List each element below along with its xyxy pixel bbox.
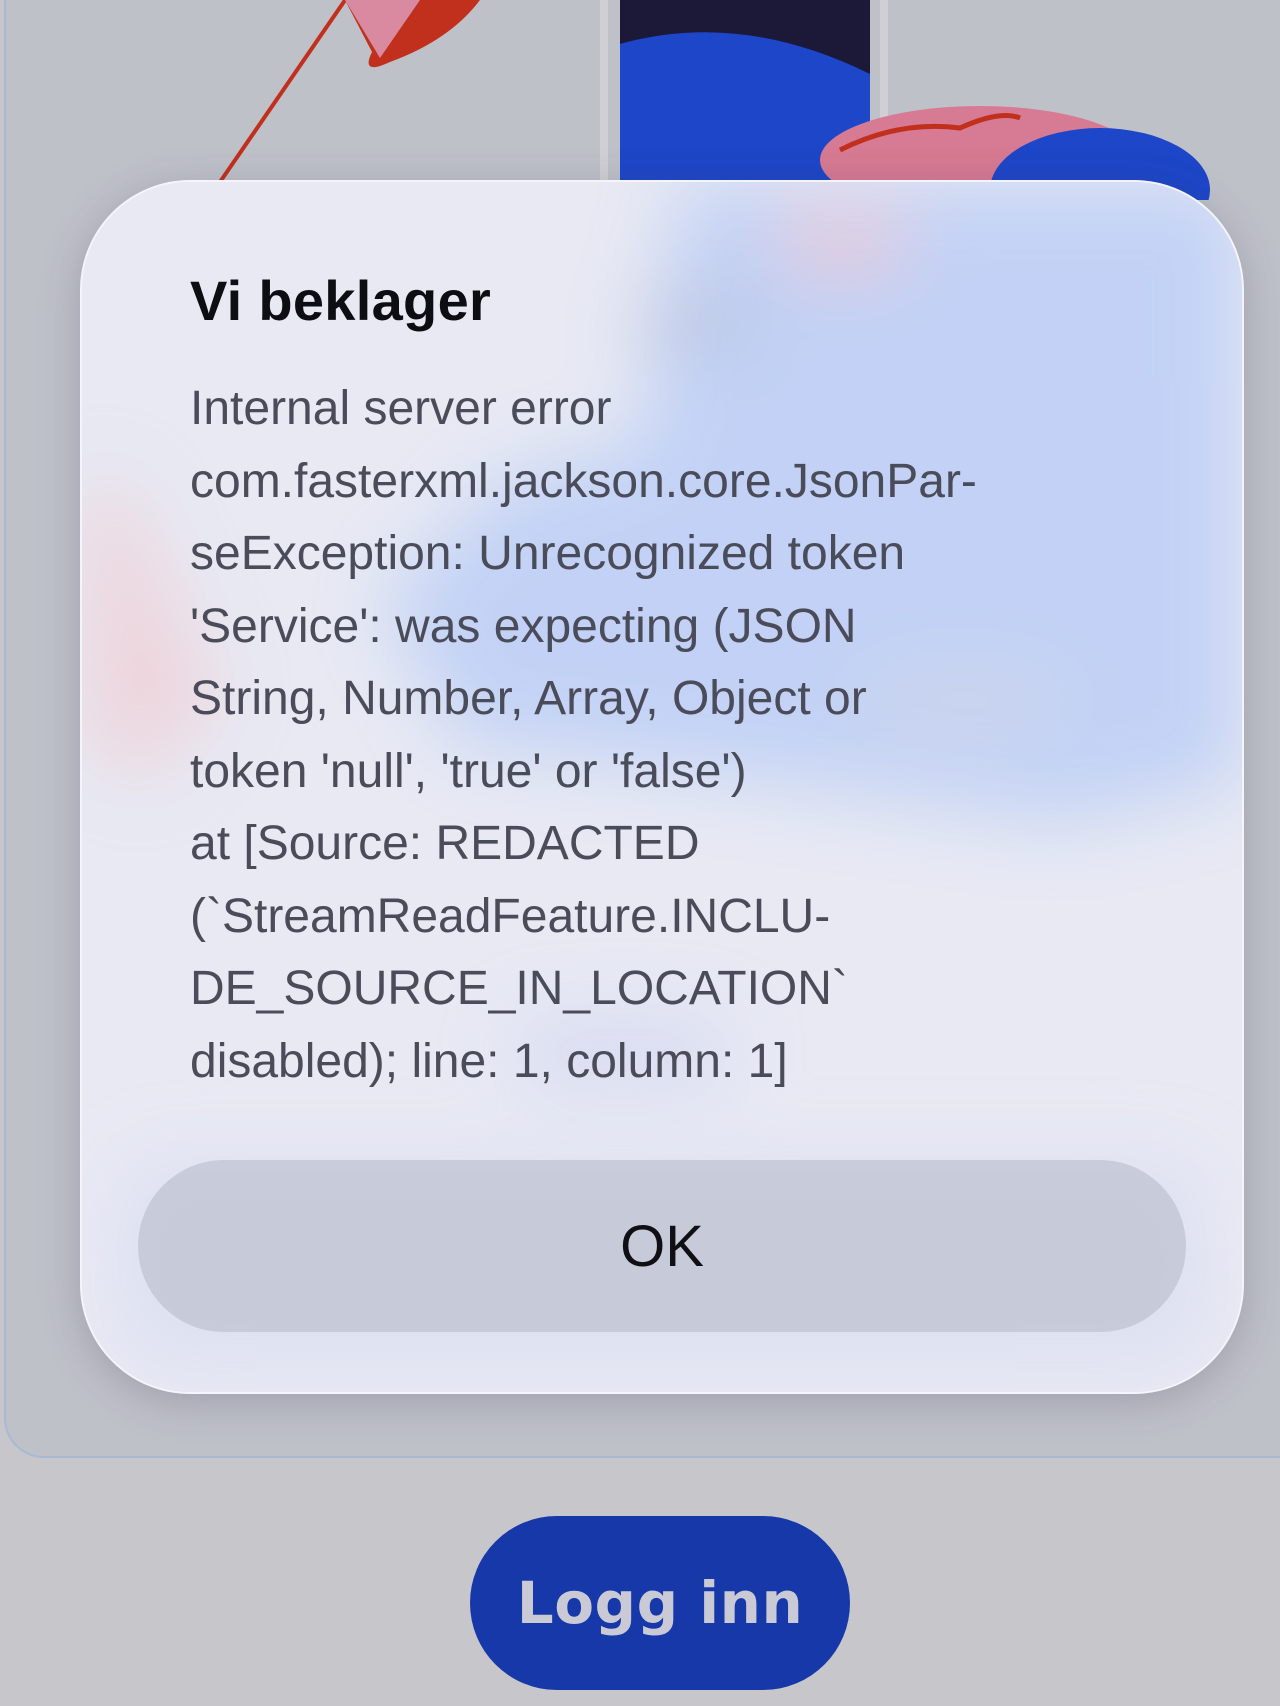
dialog-title: Vi beklager bbox=[190, 269, 492, 332]
header-illustration bbox=[218, 0, 1210, 200]
error-dialog: Vi beklager Internal server error com.fa… bbox=[80, 180, 1244, 1394]
ok-button[interactable]: OK bbox=[138, 1160, 1186, 1332]
dialog-message: Internal server error com.fasterxml.jack… bbox=[190, 382, 977, 1088]
dialog-content: Vi beklager Internal server error com.fa… bbox=[190, 268, 1134, 1098]
login-button[interactable]: Logg inn bbox=[470, 1516, 850, 1690]
